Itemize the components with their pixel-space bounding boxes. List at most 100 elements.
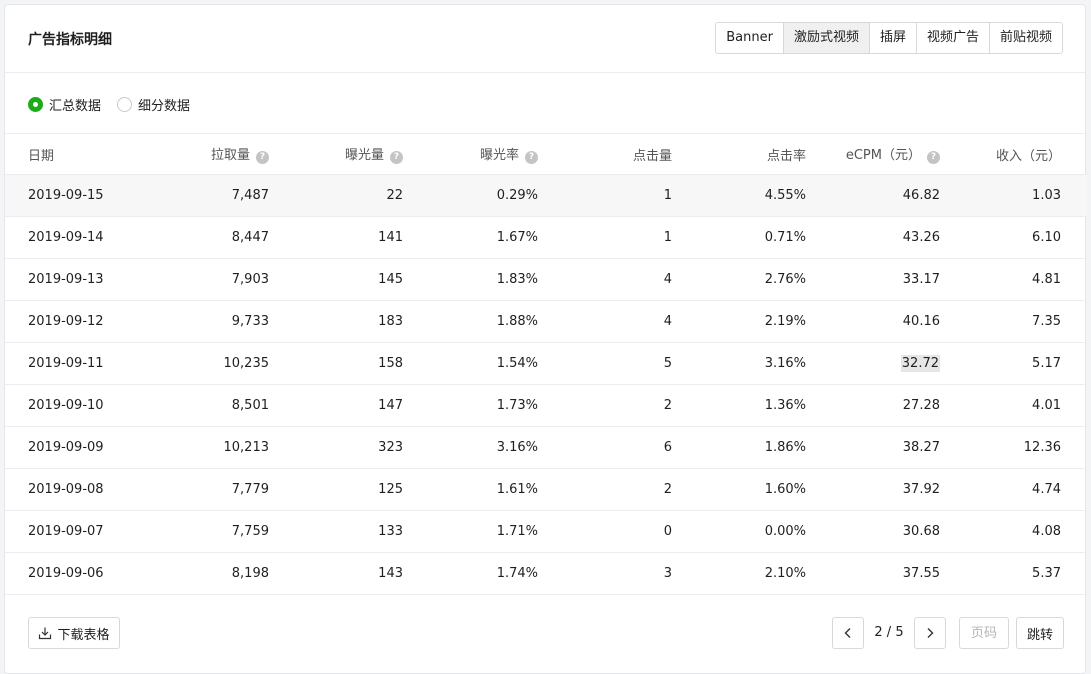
cell-ecpm: 32.72: [832, 342, 966, 385]
cell-impression-rate: 1.71%: [429, 510, 564, 553]
cell-requests: 8,447: [160, 216, 295, 259]
tab-rewarded-video[interactable]: 激励式视频: [782, 23, 869, 53]
cell-requests: 7,759: [160, 510, 295, 553]
cell-clicks: 1: [564, 216, 698, 259]
cell-date: 2019-09-10: [5, 384, 160, 427]
cell-requests: 7,487: [160, 174, 295, 217]
cell-ecpm: 37.92: [832, 468, 966, 511]
help-icon[interactable]: ?: [927, 151, 940, 164]
ad-metrics-card: 广告指标明细 Banner 激励式视频 插屏 视频广告 前贴视频 汇总数据 细分…: [4, 4, 1087, 674]
table-row: 2019-09-06 8,198 143 1.74% 3 2.10% 37.55 5.37: [5, 552, 1087, 595]
cell-ctr: 0.71%: [698, 216, 832, 259]
cell-date: 2019-09-11: [5, 342, 160, 385]
col-header-impressions[interactable]: 曝光量?: [295, 133, 429, 175]
cell-requests: 10,213: [160, 426, 295, 469]
tab-interstitial[interactable]: 插屏: [868, 23, 916, 53]
cell-requests: 7,903: [160, 258, 295, 301]
cell-revenue: 4.08: [966, 510, 1087, 553]
cell-impression-rate: 1.83%: [429, 258, 564, 301]
download-table-button[interactable]: 下载表格: [28, 617, 120, 649]
cell-impression-rate: 1.88%: [429, 300, 564, 343]
cell-impressions: 133: [295, 510, 429, 553]
table-row: 2019-09-10 8,501 147 1.73% 2 1.36% 27.28 4.01: [5, 384, 1087, 427]
cell-date: 2019-09-07: [5, 510, 160, 553]
cell-impressions: 125: [295, 468, 429, 511]
cell-ctr: 1.36%: [698, 384, 832, 427]
help-icon[interactable]: ?: [390, 151, 403, 164]
tab-preroll-video[interactable]: 前贴视频: [988, 23, 1062, 53]
cell-ecpm: 43.26: [832, 216, 966, 259]
cell-ctr: 1.60%: [698, 468, 832, 511]
cell-impressions: 22: [295, 174, 429, 217]
radio-detail-label: 细分数据: [138, 99, 191, 114]
table-row: 2019-09-12 9,733 183 1.88% 4 2.19% 40.16 7.35: [5, 300, 1087, 343]
radio-summary[interactable]: 汇总数据: [28, 95, 101, 114]
cell-clicks: 0: [564, 510, 698, 553]
cell-ecpm: 38.27: [832, 426, 966, 469]
cell-revenue: 4.81: [966, 258, 1087, 301]
next-page-button[interactable]: [914, 617, 946, 649]
col-header-clicks[interactable]: 点击量: [564, 133, 698, 175]
cell-date: 2019-09-06: [5, 552, 160, 595]
cell-impression-rate: 1.61%: [429, 468, 564, 511]
tab-banner[interactable]: Banner: [716, 23, 783, 53]
cell-ctr: 2.76%: [698, 258, 832, 301]
cell-impression-rate: 1.73%: [429, 384, 564, 427]
col-header-impression-rate[interactable]: 曝光率?: [429, 133, 564, 175]
cell-ctr: 2.19%: [698, 300, 832, 343]
table-row: 2019-09-07 7,759 133 1.71% 0 0.00% 30.68 4.08: [5, 510, 1087, 553]
cell-impressions: 145: [295, 258, 429, 301]
table-row: 2019-09-09 10,213 323 3.16% 6 1.86% 38.27 12.36: [5, 426, 1087, 469]
cell-revenue: 6.10: [966, 216, 1087, 259]
table-footer: 下载表格 2 / 5 跳转: [5, 605, 1087, 665]
download-label: 下载表格: [57, 627, 110, 643]
col-header-revenue[interactable]: 收入（元）: [966, 133, 1087, 175]
cell-clicks: 2: [564, 384, 698, 427]
cell-impression-rate: 1.74%: [429, 552, 564, 595]
col-header-requests[interactable]: 拉取量?: [160, 133, 295, 175]
cell-ecpm: 27.28: [832, 384, 966, 427]
cell-date: 2019-09-08: [5, 468, 160, 511]
cell-date: 2019-09-09: [5, 426, 160, 469]
cell-clicks: 2: [564, 468, 698, 511]
radio-unchecked-icon: [117, 97, 133, 112]
cell-impressions: 323: [295, 426, 429, 469]
cell-revenue: 7.35: [966, 300, 1087, 343]
cell-ctr: 4.55%: [698, 174, 832, 217]
cell-requests: 7,779: [160, 468, 295, 511]
help-icon[interactable]: ?: [256, 151, 269, 164]
cell-ecpm: 46.82: [832, 174, 966, 217]
cell-ecpm: 40.16: [832, 300, 966, 343]
radio-detail[interactable]: 细分数据: [117, 95, 190, 114]
cell-revenue: 12.36: [966, 426, 1087, 469]
cell-ctr: 0.00%: [698, 510, 832, 553]
help-icon[interactable]: ?: [525, 151, 538, 164]
col-header-ecpm[interactable]: eCPM（元）?: [832, 133, 966, 175]
chevron-left-icon: [844, 628, 851, 638]
page-number-input[interactable]: [959, 617, 1009, 649]
jump-button[interactable]: 跳转: [1016, 617, 1064, 649]
cell-date: 2019-09-15: [5, 174, 160, 217]
cell-impression-rate: 3.16%: [429, 426, 564, 469]
cell-date: 2019-09-12: [5, 300, 160, 343]
cell-ctr: 2.10%: [698, 552, 832, 595]
tab-video-ad[interactable]: 视频广告: [915, 23, 989, 53]
cell-requests: 10,235: [160, 342, 295, 385]
col-header-ctr[interactable]: 点击率: [698, 133, 832, 175]
cell-clicks: 6: [564, 426, 698, 469]
cell-requests: 8,501: [160, 384, 295, 427]
cell-revenue: 5.17: [966, 342, 1087, 385]
cell-revenue: 4.01: [966, 384, 1087, 427]
cell-date: 2019-09-13: [5, 258, 160, 301]
col-header-date[interactable]: 日期: [5, 133, 160, 175]
radio-summary-label: 汇总数据: [49, 99, 102, 114]
cell-requests: 8,198: [160, 552, 295, 595]
cell-impressions: 183: [295, 300, 429, 343]
download-icon: [39, 627, 52, 640]
prev-page-button[interactable]: [832, 617, 864, 649]
cell-impressions: 147: [295, 384, 429, 427]
cell-revenue: 4.74: [966, 468, 1087, 511]
table-row: 2019-09-08 7,779 125 1.61% 2 1.60% 37.92 4.74: [5, 468, 1087, 511]
cell-ctr: 3.16%: [698, 342, 832, 385]
page-indicator: 2 / 5: [874, 625, 904, 640]
